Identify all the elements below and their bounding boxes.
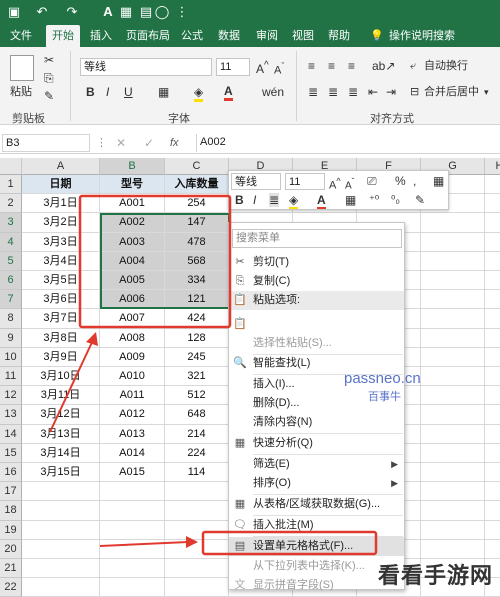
arrow-line	[49, 337, 95, 433]
watermark-logo: 看看手游网	[378, 563, 494, 588]
arrow-head-icon	[86, 332, 98, 346]
watermark-site: passneo.cn	[344, 370, 421, 387]
arrow-head-icon	[186, 536, 198, 548]
selection-highlight-box	[78, 194, 232, 329]
arrow-line	[99, 541, 189, 547]
watermark-brand: 百事牛	[368, 391, 401, 403]
format-cells-highlight-box	[201, 530, 378, 556]
annotation-overlay	[49, 194, 378, 556]
